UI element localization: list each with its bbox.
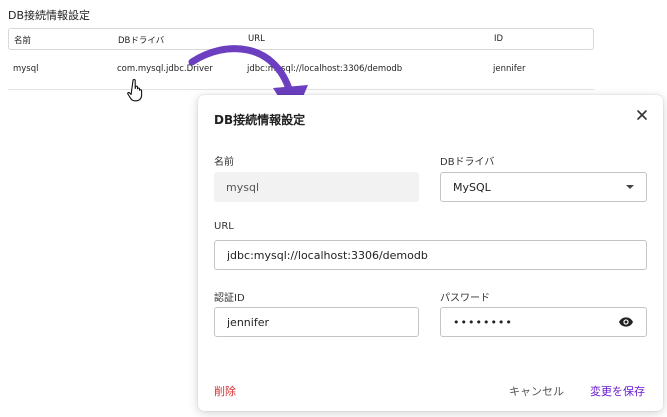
password-label: パスワード — [440, 293, 490, 304]
chevron-down-icon — [626, 185, 634, 189]
delete-button[interactable]: 削除 — [214, 383, 236, 399]
url-field[interactable]: jdbc:mysql://localhost:3306/demodb — [214, 240, 647, 270]
eye-icon[interactable] — [618, 314, 634, 330]
cell-id: jennifer — [493, 64, 526, 74]
name-field: mysql — [214, 172, 419, 202]
name-label: 名前 — [214, 157, 234, 168]
page-title: DB接続情報設定 — [8, 9, 91, 22]
url-label: URL — [214, 221, 234, 232]
cell-name: mysql — [13, 64, 39, 74]
driver-select[interactable]: MySQL — [440, 172, 647, 202]
dialog-title: DB接続情報設定 — [214, 113, 306, 127]
close-icon[interactable] — [634, 107, 650, 123]
auth-id-label: 認証ID — [214, 293, 245, 304]
password-field[interactable]: •••••••• — [440, 307, 647, 337]
edit-connection-dialog: DB接続情報設定 名前 mysql DBドライバ MySQL URL jdbc:… — [198, 95, 663, 411]
cancel-button[interactable]: キャンセル — [509, 383, 564, 399]
pointer-hand-icon — [127, 79, 143, 102]
column-header-name: 名前 — [14, 36, 32, 46]
driver-label: DBドライバ — [440, 157, 495, 168]
auth-id-field[interactable]: jennifer — [214, 307, 419, 337]
save-button[interactable]: 変更を保存 — [590, 383, 645, 399]
column-header-id: ID — [494, 34, 504, 44]
column-header-driver: DBドライバ — [118, 36, 165, 46]
